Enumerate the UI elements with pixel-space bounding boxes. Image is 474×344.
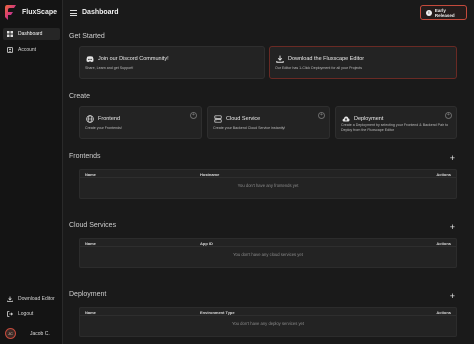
menu-icon[interactable] bbox=[70, 10, 77, 16]
add-frontend-button[interactable]: + bbox=[190, 112, 197, 119]
create-frontend-card[interactable]: Frontend Create your Frontends! + bbox=[79, 106, 202, 139]
frontends-table: Name Hostname Actions You don't have any… bbox=[79, 169, 457, 199]
add-cloud-service-button[interactable]: + bbox=[318, 112, 325, 119]
empty-state-text: You don't have any cloud services yet bbox=[233, 252, 303, 257]
app-name: FluxScape bbox=[22, 9, 58, 16]
card-title: Cloud Service bbox=[214, 115, 260, 123]
page-title: Dashboard bbox=[82, 9, 119, 16]
column-header: App ID bbox=[200, 241, 213, 246]
sidebar-item-label: Account bbox=[18, 47, 37, 53]
sidebar: FluxScape Dashboard Account Download Edi… bbox=[0, 0, 63, 344]
avatar: JC bbox=[5, 328, 16, 339]
card-title: Frontend bbox=[86, 115, 120, 123]
column-header: Actions bbox=[436, 241, 451, 246]
sidebar-item-logout[interactable]: Logout bbox=[3, 308, 60, 320]
dashboard-icon bbox=[7, 31, 13, 37]
card-description: Create a Deployment by selecting your Fr… bbox=[341, 123, 449, 132]
card-title: Deployment bbox=[342, 115, 383, 123]
column-header: Actions bbox=[436, 172, 451, 177]
sidebar-item-label: Download Editor bbox=[18, 296, 55, 302]
badge-label: Early Released bbox=[434, 7, 455, 18]
column-header: Actions bbox=[436, 310, 451, 315]
empty-state-text: You don't have any frontends yet bbox=[237, 183, 299, 188]
user-name: Jacob C. bbox=[30, 330, 50, 337]
download-icon bbox=[276, 55, 284, 63]
add-frontend-plus-button[interactable]: + bbox=[450, 154, 455, 163]
section-heading-cloud-services: Cloud Services bbox=[69, 222, 117, 229]
sidebar-item-label: Dashboard bbox=[18, 31, 43, 37]
create-cloud-service-card[interactable]: Cloud Service Create your Backend Cloud … bbox=[207, 106, 330, 139]
section-heading-create: Create bbox=[69, 93, 91, 100]
server-icon bbox=[214, 115, 222, 123]
section-heading-get-started: Get Started bbox=[69, 33, 105, 40]
add-deployment-plus-button[interactable]: + bbox=[450, 292, 455, 301]
logout-icon bbox=[7, 311, 13, 317]
brand[interactable]: FluxScape bbox=[4, 4, 57, 21]
column-header: Name bbox=[85, 241, 96, 246]
deployment-table: Name Environment Type Actions You don't … bbox=[79, 307, 457, 337]
sidebar-item-account[interactable]: Account bbox=[3, 44, 60, 56]
sidebar-item-label: Logout bbox=[18, 311, 34, 317]
card-title: Download the Fluxscape Editor bbox=[276, 55, 364, 63]
card-description: Create your Frontends! bbox=[85, 126, 122, 130]
column-header: Hostname bbox=[200, 172, 220, 177]
account-icon bbox=[7, 47, 13, 53]
early-released-badge[interactable]: ! Early Released bbox=[420, 5, 467, 20]
column-header: Name bbox=[85, 310, 96, 315]
download-icon bbox=[7, 296, 13, 302]
discord-icon bbox=[86, 55, 94, 63]
discord-card[interactable]: Join our Discord Community! Share, Learn… bbox=[79, 46, 265, 79]
table-header: Name Hostname Actions bbox=[80, 170, 456, 178]
section-heading-frontends: Frontends bbox=[69, 153, 101, 160]
table-header: Name App ID Actions bbox=[80, 239, 456, 247]
table-header: Name Environment Type Actions bbox=[80, 308, 456, 316]
add-deployment-button[interactable]: + bbox=[445, 112, 452, 119]
globe-icon bbox=[86, 115, 94, 123]
cloud-services-table: Name App ID Actions You don't have any c… bbox=[79, 238, 457, 268]
card-description: Our Editor has 1-Click Deployment for al… bbox=[275, 66, 363, 70]
column-header: Name bbox=[85, 172, 96, 177]
topbar: Dashboard ! Early Released bbox=[63, 0, 474, 26]
card-description: Share, Learn and get Support! bbox=[85, 66, 134, 70]
download-editor-card[interactable]: Download the Fluxscape Editor Our Editor… bbox=[269, 46, 457, 79]
card-description: Create your Backend Cloud Service instan… bbox=[213, 126, 286, 130]
fluxscape-logo-icon bbox=[5, 5, 16, 20]
card-title: Join our Discord Community! bbox=[86, 55, 169, 63]
section-heading-deployment: Deployment bbox=[69, 291, 107, 298]
empty-state-text: You don't have any deploy services yet bbox=[231, 321, 305, 326]
sidebar-item-download-editor[interactable]: Download Editor bbox=[3, 293, 60, 305]
sidebar-item-dashboard[interactable]: Dashboard bbox=[3, 28, 60, 40]
add-cloud-service-plus-button[interactable]: + bbox=[450, 223, 455, 232]
column-header: Environment Type bbox=[200, 310, 235, 315]
cloud-upload-icon bbox=[342, 115, 350, 123]
user-profile[interactable]: JC Jacob C. bbox=[5, 328, 50, 339]
info-icon: ! bbox=[426, 9, 432, 16]
create-deployment-card[interactable]: Deployment Create a Deployment by select… bbox=[335, 106, 457, 139]
